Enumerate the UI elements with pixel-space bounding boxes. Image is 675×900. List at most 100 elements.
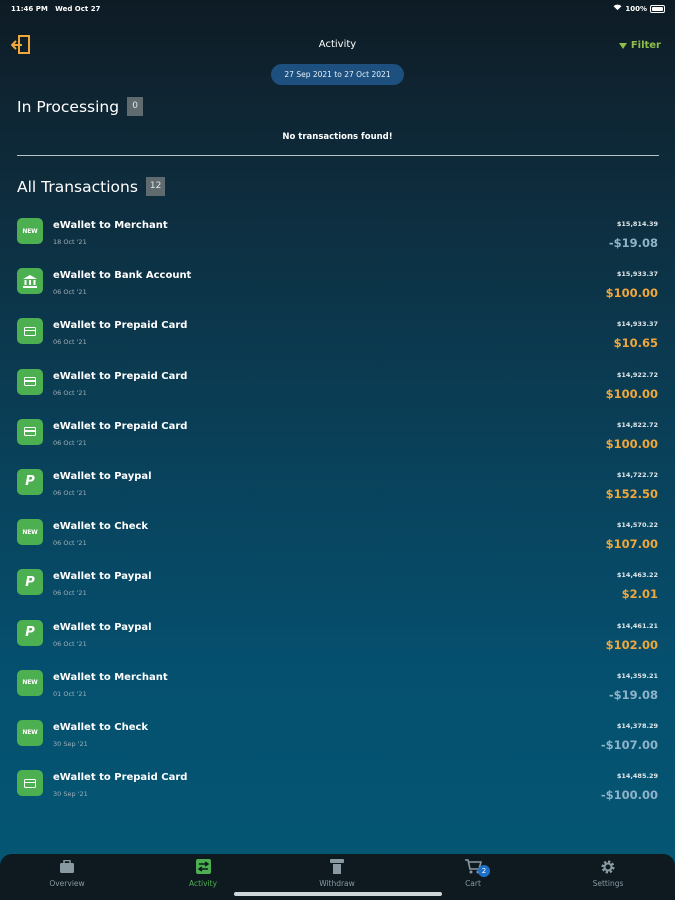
new-icon: NEW <box>17 218 43 244</box>
transaction-balance: $14,933.37 <box>616 320 658 329</box>
transaction-amount: $100.00 <box>605 386 658 401</box>
transaction-balance: $14,359.21 <box>616 671 658 680</box>
nav-label: Activity <box>188 879 218 888</box>
gear-icon <box>563 858 653 875</box>
nav-label: Withdraw <box>319 879 355 888</box>
new-icon: NEW <box>17 719 43 746</box>
transaction-amount: $152.50 <box>605 486 658 501</box>
transaction-name: eWallet to Merchant <box>53 671 168 683</box>
transaction-balance: $15,814.39 <box>616 220 658 228</box>
transaction-balance: $14,378.29 <box>616 721 658 730</box>
transaction-date: 06 Oct '21 <box>53 288 87 297</box>
battery-percent: 100% <box>625 4 647 13</box>
transaction-balance: $14,461.21 <box>616 621 658 630</box>
transaction-date: 06 Oct '21 <box>53 338 87 347</box>
new-icon: NEW <box>17 519 43 546</box>
transaction-name: eWallet to Prepaid Card <box>53 370 188 382</box>
transaction-row[interactable]: eWallet to Prepaid Card 06 Oct '21 $14,922… <box>0 367 675 417</box>
transaction-row[interactable]: eWallet to Prepaid Card 06 Oct '21 $14,933… <box>0 316 675 366</box>
transaction-amount: $10.65 <box>613 336 658 351</box>
transaction-date: 18 Oct '21 <box>53 238 87 246</box>
transaction-balance: $15,933.37 <box>616 270 658 279</box>
status-bar: 11:46 PM Wed Oct 27 100% <box>0 0 675 16</box>
transaction-date: 30 Sep '21 <box>53 790 88 799</box>
filter-label: Filter <box>630 40 661 51</box>
transaction-row[interactable]: NEW eWallet to Check 30 Sep '21 $14,378.29 -… <box>0 718 675 768</box>
transaction-name: eWallet to Prepaid Card <box>53 420 188 432</box>
transaction-date: 30 Sep '21 <box>53 739 88 748</box>
date-range-pill[interactable]: 27 Sep 2021 to 27 Oct 2021 <box>271 64 404 85</box>
transaction-date: 06 Oct '21 <box>53 388 87 397</box>
status-time: 11:46 PM Wed Oct 27 <box>11 5 100 13</box>
transaction-date: 06 Oct '21 <box>53 539 87 548</box>
paypal-icon: P <box>17 619 43 646</box>
transaction-amount: $2.01 <box>621 587 658 602</box>
cart-icon <box>428 858 518 875</box>
empty-message: No transactions found! <box>282 132 393 142</box>
card-icon <box>17 418 43 445</box>
transaction-amount: -$19.08 <box>608 236 658 250</box>
nav-label: Cart <box>465 879 481 888</box>
transaction-amount: -$19.08 <box>608 687 658 702</box>
transaction-name: eWallet to Prepaid Card <box>53 320 188 332</box>
transaction-name: eWallet to Prepaid Card <box>53 772 188 784</box>
nav-withdraw[interactable]: Withdraw <box>292 858 382 888</box>
card-icon <box>17 318 43 345</box>
withdraw-icon <box>292 858 382 875</box>
header: Activity Filter <box>0 33 675 59</box>
transaction-name: eWallet to Paypal <box>53 470 152 482</box>
transaction-name: eWallet to Check <box>53 721 149 733</box>
transaction-row[interactable]: eWallet to Prepaid Card 06 Oct '21 $14,822… <box>0 417 675 467</box>
transaction-row[interactable]: eWallet to Bank Account 06 Oct '21 $15,933… <box>0 266 675 316</box>
nav-label: Settings <box>592 879 624 888</box>
processing-header: In Processing 0 <box>17 97 144 116</box>
nav-overview[interactable]: Overview <box>22 858 112 888</box>
transaction-balance: $14,570.22 <box>616 521 658 530</box>
transaction-row[interactable]: PeWallet to Paypal 06 Oct '21 $14,463.22 $2… <box>0 567 675 617</box>
bottom-nav: Overview Activity Withdraw 2 Cart Settin… <box>0 854 675 900</box>
processing-title: In Processing <box>17 97 120 116</box>
transaction-row[interactable]: NEW eWallet to Merchant 18 Oct '21 $15,814.… <box>0 216 675 266</box>
wifi-icon <box>613 4 622 13</box>
home-indicator[interactable] <box>234 892 442 896</box>
transaction-balance: $14,922.72 <box>616 370 658 379</box>
nav-activity[interactable]: Activity <box>158 858 248 888</box>
time-text: 11:46 PM <box>11 5 48 13</box>
transaction-date: 06 Oct '21 <box>53 438 87 447</box>
transaction-amount: $107.00 <box>605 537 658 552</box>
transaction-row[interactable]: NEW eWallet to Merchant 01 Oct '21 $14,359.… <box>0 668 675 718</box>
filter-button[interactable]: Filter <box>618 40 661 51</box>
cart-badge: 2 <box>478 865 490 877</box>
new-icon: NEW <box>17 669 43 696</box>
transaction-amount: $100.00 <box>605 436 658 451</box>
transaction-name: eWallet to Bank Account <box>53 270 192 282</box>
nav-settings[interactable]: Settings <box>563 858 653 888</box>
nav-label: Overview <box>49 879 85 888</box>
transaction-row[interactable]: PeWallet to Paypal 06 Oct '21 $14,461.21 $1… <box>0 618 675 668</box>
transaction-balance: $14,822.72 <box>616 420 658 429</box>
transaction-balance: $14,485.29 <box>616 772 658 781</box>
transaction-name: eWallet to Paypal <box>53 621 152 633</box>
transaction-amount: $100.00 <box>605 286 658 301</box>
transaction-name: eWallet to Paypal <box>53 571 152 583</box>
funnel-icon <box>618 42 627 49</box>
transaction-list: NEW eWallet to Merchant 18 Oct '21 $15,814.… <box>0 216 675 818</box>
processing-count-badge: 0 <box>127 97 144 116</box>
transaction-name: eWallet to Check <box>53 521 149 533</box>
transactions-count-badge: 12 <box>145 177 166 196</box>
transaction-date: 06 Oct '21 <box>53 488 87 497</box>
all-transactions-header: All Transactions 12 <box>17 177 166 196</box>
bank-icon <box>17 268 43 295</box>
transaction-row[interactable]: NEW eWallet to Check 06 Oct '21 $14,570.22 $… <box>0 517 675 567</box>
transaction-date: 06 Oct '21 <box>53 639 87 648</box>
transaction-row[interactable]: PeWallet to Paypal 06 Oct '21 $14,722.72 $1… <box>0 467 675 517</box>
card-icon <box>17 368 43 395</box>
paypal-icon: P <box>17 569 43 596</box>
transaction-date: 06 Oct '21 <box>53 589 87 598</box>
nav-cart[interactable]: 2 Cart <box>428 858 518 888</box>
transaction-balance: $14,722.72 <box>616 470 658 479</box>
battery-icon <box>650 4 665 13</box>
transaction-name: eWallet to Merchant <box>53 220 168 231</box>
transaction-amount: $102.00 <box>605 637 658 652</box>
transaction-row[interactable]: eWallet to Prepaid Card 30 Sep '21 $14,485… <box>0 768 675 818</box>
